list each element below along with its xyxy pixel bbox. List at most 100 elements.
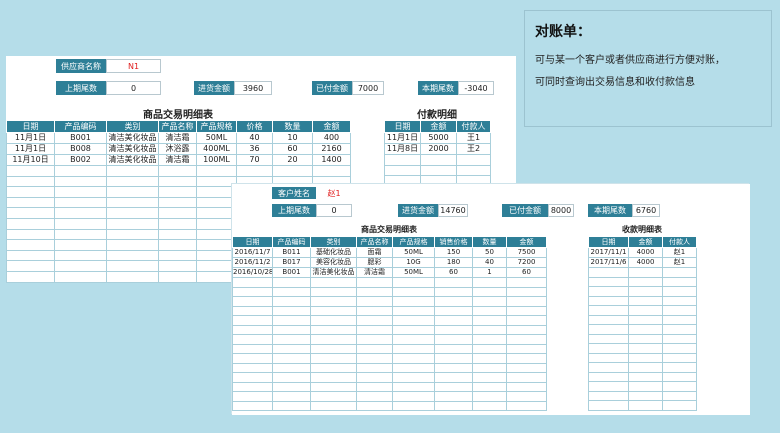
empty-cell[interactable]	[628, 333, 663, 344]
empty-cell[interactable]	[310, 381, 357, 392]
empty-cell[interactable]	[106, 165, 159, 177]
empty-cell[interactable]	[506, 305, 547, 316]
empty-cell[interactable]	[6, 175, 55, 188]
empty-cell[interactable]	[158, 196, 197, 209]
table-cell[interactable]: 5000	[420, 132, 457, 144]
empty-cell[interactable]	[54, 196, 107, 209]
empty-cell[interactable]	[628, 286, 663, 297]
empty-cell[interactable]	[272, 334, 311, 345]
table-cell[interactable]: 1400	[312, 154, 351, 166]
empty-cell[interactable]	[506, 391, 547, 402]
table-cell[interactable]: 150	[434, 247, 473, 258]
empty-cell[interactable]	[662, 267, 697, 278]
column-header[interactable]: 金额	[628, 236, 663, 248]
empty-cell[interactable]	[434, 286, 473, 297]
empty-cell[interactable]	[310, 315, 357, 326]
table-cell[interactable]: 王2	[456, 143, 491, 155]
empty-cell[interactable]	[6, 196, 55, 209]
empty-cell[interactable]	[272, 391, 311, 402]
empty-cell[interactable]	[392, 334, 435, 345]
empty-cell[interactable]	[158, 270, 197, 283]
empty-cell[interactable]	[312, 165, 351, 177]
empty-cell[interactable]	[662, 400, 697, 411]
empty-cell[interactable]	[106, 186, 159, 198]
empty-cell[interactable]	[588, 314, 629, 325]
empty-cell[interactable]	[54, 186, 107, 198]
table-cell[interactable]: 60	[506, 267, 547, 278]
empty-cell[interactable]	[196, 228, 237, 241]
table-cell[interactable]: 50ML	[196, 132, 237, 144]
table-cell[interactable]: 50ML	[392, 247, 435, 258]
empty-cell[interactable]	[628, 390, 663, 401]
empty-cell[interactable]	[628, 371, 663, 382]
empty-cell[interactable]	[196, 217, 237, 230]
empty-cell[interactable]	[588, 333, 629, 344]
supplier-name-value[interactable]: N1	[106, 59, 161, 73]
empty-cell[interactable]	[506, 400, 547, 411]
column-header[interactable]: 类别	[310, 236, 357, 248]
empty-cell[interactable]	[158, 228, 197, 241]
empty-cell[interactable]	[232, 381, 273, 392]
empty-cell[interactable]	[356, 334, 393, 345]
column-header[interactable]: 数量	[472, 236, 507, 248]
empty-cell[interactable]	[434, 324, 473, 335]
empty-cell[interactable]	[272, 353, 311, 364]
empty-cell[interactable]	[506, 372, 547, 383]
table-cell[interactable]: 11月1日	[6, 132, 55, 144]
empty-cell[interactable]	[106, 249, 159, 262]
table-cell[interactable]: 1	[472, 267, 507, 278]
empty-cell[interactable]	[6, 217, 55, 230]
table-cell[interactable]: 36	[236, 143, 273, 155]
empty-cell[interactable]	[472, 381, 507, 392]
empty-cell[interactable]	[392, 324, 435, 335]
table-cell[interactable]: 2017/11/6	[588, 257, 629, 268]
column-header[interactable]: 付款人	[662, 236, 697, 248]
empty-cell[interactable]	[6, 186, 55, 198]
empty-cell[interactable]	[356, 324, 393, 335]
empty-cell[interactable]	[54, 239, 107, 251]
empty-cell[interactable]	[506, 334, 547, 345]
empty-cell[interactable]	[662, 333, 697, 344]
empty-cell[interactable]	[158, 239, 197, 251]
supplier-current-balance-value[interactable]: -3040	[458, 81, 494, 95]
customer-prev-balance-value[interactable]: 0	[316, 204, 352, 217]
empty-cell[interactable]	[392, 372, 435, 383]
empty-cell[interactable]	[506, 324, 547, 335]
empty-cell[interactable]	[236, 165, 273, 177]
empty-cell[interactable]	[6, 207, 55, 219]
table-cell[interactable]: 清洁美化妆品	[310, 267, 357, 278]
empty-cell[interactable]	[628, 305, 663, 316]
empty-cell[interactable]	[232, 277, 273, 288]
column-header[interactable]: 产品规格	[196, 120, 237, 133]
empty-cell[interactable]	[628, 343, 663, 354]
empty-cell[interactable]	[628, 314, 663, 325]
table-cell[interactable]: 沐浴露	[158, 143, 197, 155]
empty-cell[interactable]	[662, 381, 697, 392]
empty-cell[interactable]	[420, 154, 457, 166]
empty-cell[interactable]	[6, 249, 55, 262]
empty-cell[interactable]	[472, 315, 507, 326]
empty-cell[interactable]	[588, 267, 629, 278]
customer-current-balance-value[interactable]: 6760	[632, 204, 660, 217]
table-cell[interactable]: B011	[272, 247, 311, 258]
empty-cell[interactable]	[272, 343, 311, 354]
column-header[interactable]: 产品名称	[158, 120, 197, 133]
empty-cell[interactable]	[356, 277, 393, 288]
empty-cell[interactable]	[196, 207, 237, 219]
empty-cell[interactable]	[272, 286, 311, 297]
empty-cell[interactable]	[158, 186, 197, 198]
empty-cell[interactable]	[662, 314, 697, 325]
empty-cell[interactable]	[196, 270, 237, 283]
empty-cell[interactable]	[506, 277, 547, 288]
table-cell[interactable]: 2017/11/1	[588, 247, 629, 258]
empty-cell[interactable]	[472, 286, 507, 297]
table-cell[interactable]: 100ML	[196, 154, 237, 166]
table-cell[interactable]: 4000	[628, 247, 663, 258]
empty-cell[interactable]	[384, 154, 421, 166]
empty-cell[interactable]	[232, 286, 273, 297]
column-header[interactable]: 产品编码	[272, 236, 311, 248]
empty-cell[interactable]	[506, 286, 547, 297]
table-cell[interactable]: 2016/11/2	[232, 257, 273, 268]
empty-cell[interactable]	[272, 165, 313, 177]
empty-cell[interactable]	[196, 175, 237, 188]
